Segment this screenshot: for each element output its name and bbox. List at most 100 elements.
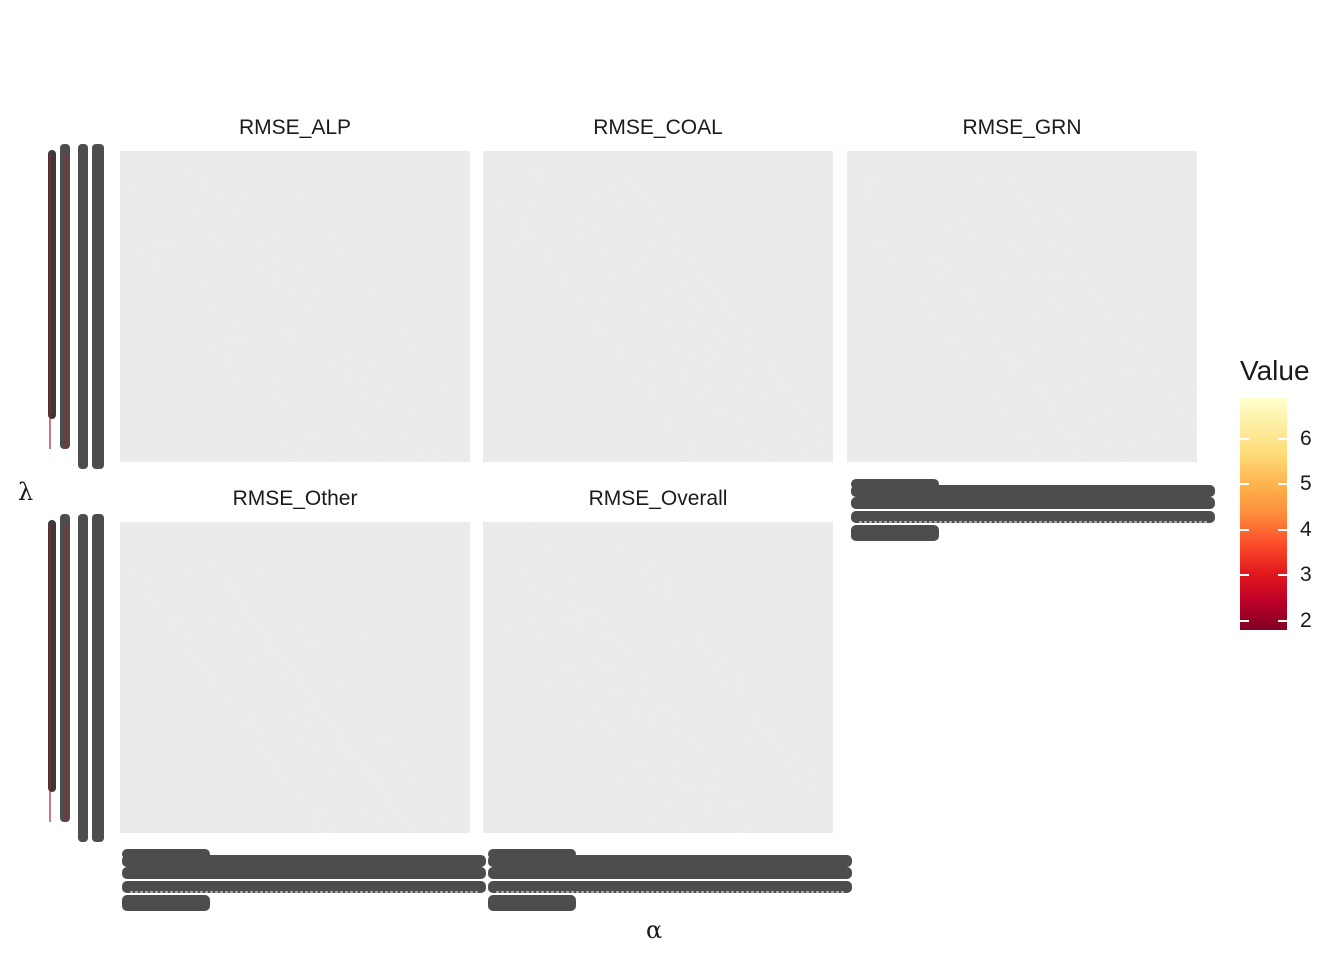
- panel-grid: [121, 524, 470, 833]
- y-tick-label: [48, 150, 56, 419]
- legend-tick-label: 2: [1300, 608, 1312, 632]
- legend-tick-mark: [1278, 483, 1287, 486]
- grid-line: [915, 218, 1099, 462]
- x-tick-label: [851, 525, 939, 541]
- x-tick-label: [122, 855, 486, 867]
- grid-line: [876, 239, 1044, 462]
- x-tick-label: [851, 485, 1215, 497]
- legend-tick-mark: [1240, 619, 1249, 622]
- grid-line: [975, 168, 1186, 450]
- legend-tick-mark: [1240, 574, 1249, 577]
- legend-tick-label: 4: [1300, 517, 1312, 541]
- grid-line: [524, 160, 736, 441]
- grid-line: [920, 161, 1132, 442]
- grid-line: [542, 539, 753, 820]
- grid-line: [1002, 165, 1197, 426]
- grid-line: [532, 573, 728, 833]
- grid-line: [605, 180, 816, 461]
- grid-line: [252, 565, 455, 833]
- x-tick-label: [851, 497, 1215, 509]
- grid-line: [524, 613, 690, 833]
- x-tick-label: [122, 881, 486, 893]
- grid-line: [172, 178, 384, 460]
- grid-line: [630, 176, 833, 448]
- grid-line: [176, 573, 372, 833]
- grid-line: [567, 601, 743, 833]
- y-tick-label: [60, 514, 70, 822]
- grid-line: [219, 585, 407, 833]
- grid-line: [578, 605, 751, 833]
- panel-rmse-overall: [483, 522, 833, 833]
- grid-line: [121, 556, 330, 833]
- grid-line: [867, 169, 1079, 450]
- legend-colorbar: [1240, 398, 1287, 630]
- panel-grid: [492, 525, 833, 833]
- x-tick-label: [488, 881, 852, 893]
- grid-line: [495, 200, 693, 462]
- grid-line: [571, 193, 774, 462]
- grid-line: [639, 557, 833, 816]
- grid-line: [132, 187, 339, 462]
- facet-label-rmse-coal: RMSE_COAL: [593, 116, 723, 139]
- legend-tick-mark: [1240, 528, 1249, 531]
- x-tick-labels-other: [120, 845, 488, 917]
- facet-label-rmse-overall: RMSE_Overall: [588, 487, 728, 510]
- grid-line: [1000, 168, 1197, 430]
- grid-line: [628, 575, 823, 833]
- x-tick-label: [488, 867, 852, 879]
- legend-tick-mark: [1240, 483, 1249, 486]
- grid-line: [184, 197, 384, 462]
- legend-tick-mark: [1278, 437, 1287, 440]
- grid-line: [124, 232, 298, 462]
- legend-title: Value: [1240, 355, 1310, 386]
- grid-line: [206, 555, 416, 833]
- grid-line: [206, 176, 418, 458]
- grid-line: [909, 220, 1092, 462]
- grid-line: [129, 558, 336, 833]
- grid-line: [519, 189, 725, 462]
- grid-line: [504, 228, 681, 462]
- x-tick-label: [488, 895, 576, 911]
- grid-line: [139, 585, 326, 833]
- grid-line: [899, 234, 1072, 462]
- grid-line: [188, 556, 397, 833]
- y-tick-label: [60, 144, 70, 449]
- panel-grid: [863, 154, 1197, 462]
- grid-line: [193, 168, 404, 449]
- grid-line: [926, 203, 1122, 462]
- grid-line: [863, 182, 1075, 462]
- grid-line: [221, 577, 414, 833]
- grid-line: [278, 524, 470, 780]
- grid-line: [492, 608, 662, 833]
- x-tick-label: [122, 895, 210, 911]
- y-tick-label: [92, 144, 104, 469]
- legend-tick-mark: [1278, 528, 1287, 531]
- grid-line: [519, 570, 718, 833]
- grid-line: [653, 559, 833, 800]
- grid-line: [275, 236, 445, 462]
- grid-line: [140, 238, 310, 462]
- panel-grid: [124, 163, 470, 462]
- grid-line: [563, 152, 775, 433]
- legend-tick-label: 3: [1300, 563, 1312, 587]
- panel-rmse-alp: [120, 151, 470, 462]
- panel-rmse-other: [120, 522, 470, 833]
- grid-line: [228, 172, 440, 453]
- grid-line: [947, 156, 1158, 437]
- grid-line: [610, 156, 822, 437]
- legend-tick-label: 6: [1300, 426, 1312, 450]
- legend-tick-mark: [1240, 437, 1249, 440]
- legend-tick-mark: [1278, 574, 1287, 577]
- y-tick-label: [92, 514, 104, 842]
- grid-line: [137, 218, 322, 462]
- grid-line: [224, 583, 413, 833]
- grid-line: [514, 207, 707, 462]
- y-axis-title: λ: [18, 478, 34, 506]
- grid-line: [516, 218, 700, 462]
- y-tick-label: [78, 144, 88, 469]
- y-tick-label: [48, 520, 56, 792]
- grid-line: [175, 556, 383, 833]
- facet-label-rmse-grn: RMSE_GRN: [962, 116, 1082, 139]
- legend-tick-mark: [1278, 619, 1287, 622]
- x-tick-label: [851, 511, 1215, 523]
